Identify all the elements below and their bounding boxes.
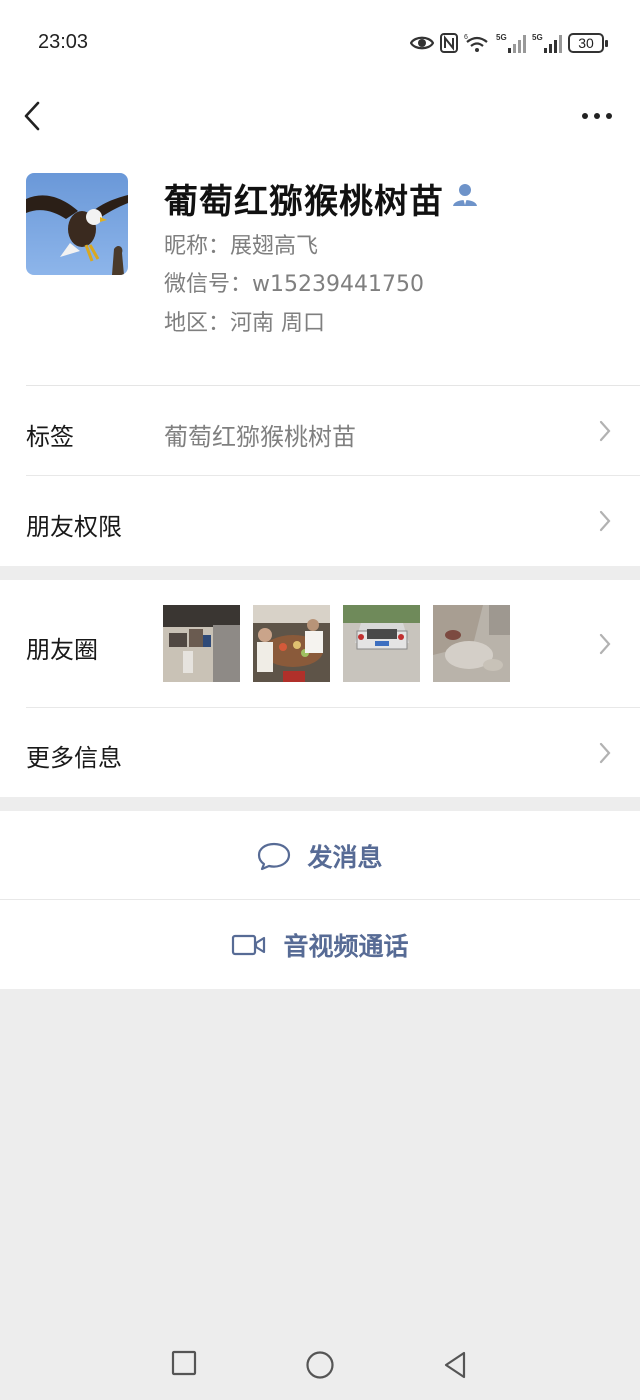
more-info-row[interactable]: 更多信息	[0, 708, 640, 797]
tag-label: 标签	[26, 423, 74, 451]
more-info-label: 更多信息	[26, 744, 122, 772]
signal-5g-2-icon: 5G	[532, 33, 562, 53]
nav-bar	[0, 86, 640, 146]
dinner-photo	[253, 605, 330, 682]
nickname: 昵称：展翅高飞	[164, 234, 319, 259]
video-call-button[interactable]: 音视频通话	[0, 900, 640, 989]
moments-thumbnail[interactable]	[343, 605, 420, 682]
send-message-label: 发消息	[307, 842, 383, 872]
moments-thumbnail[interactable]	[253, 605, 330, 682]
chevron-right-icon	[599, 510, 611, 532]
status-icons: 6 5G 5G 30	[410, 30, 608, 56]
more-dots-icon	[582, 113, 612, 119]
moments-thumbnails	[163, 605, 510, 682]
permissions-row[interactable]: 朋友权限	[0, 476, 640, 566]
ground-photo	[433, 605, 510, 682]
home-button[interactable]	[305, 1350, 335, 1380]
more-button[interactable]	[580, 104, 614, 128]
car-photo	[343, 605, 420, 682]
tag-row[interactable]: 标签 葡萄红猕猴桃树苗	[0, 386, 640, 476]
status-bar: 23:03 6 5G 5G 30	[0, 0, 640, 86]
video-call-label: 音视频通话	[283, 931, 409, 961]
eye-icon	[410, 36, 434, 50]
profile-header: 葡萄红猕猴桃树苗 昵称：展翅高飞 微信号：w15239441750 地区：河南 …	[0, 146, 640, 386]
region: 地区：河南 周口	[164, 311, 325, 336]
send-message-button[interactable]: 发消息	[0, 811, 640, 900]
chat-bubble-icon	[258, 842, 291, 870]
permissions-label: 朋友权限	[26, 513, 122, 541]
wifi-icon: 6	[464, 34, 488, 52]
video-camera-icon	[232, 934, 266, 955]
chevron-right-icon	[599, 633, 611, 655]
wechat-id: 微信号：w15239441750	[164, 272, 424, 297]
back-button[interactable]	[18, 94, 48, 138]
moments-label: 朋友圈	[26, 636, 98, 664]
person-icon	[453, 184, 477, 206]
profile-name: 葡萄红猕猴桃树苗	[164, 182, 444, 222]
battery-icon: 30	[568, 33, 608, 53]
svg-text:5G: 5G	[532, 33, 543, 42]
svg-text:5G: 5G	[496, 33, 507, 42]
chevron-left-icon	[24, 101, 40, 131]
battery-level: 30	[578, 35, 594, 51]
indoor-photo	[163, 605, 240, 682]
chevron-right-icon	[599, 420, 611, 442]
moments-thumbnail[interactable]	[433, 605, 510, 682]
status-time: 23:03	[38, 31, 89, 53]
tag-value: 葡萄红猕猴桃树苗	[164, 423, 356, 451]
moments-row[interactable]: 朋友圈	[0, 580, 640, 708]
system-navigation-bar	[0, 1330, 640, 1400]
eagle-avatar-image	[26, 173, 128, 275]
moments-thumbnail[interactable]	[163, 605, 240, 682]
recent-apps-button[interactable]	[171, 1350, 197, 1376]
avatar[interactable]	[26, 173, 128, 275]
chevron-right-icon	[599, 742, 611, 764]
signal-5g-1-icon: 5G	[496, 33, 526, 53]
back-nav-button[interactable]	[442, 1350, 468, 1380]
svg-text:6: 6	[464, 34, 468, 41]
nfc-icon	[440, 33, 458, 53]
